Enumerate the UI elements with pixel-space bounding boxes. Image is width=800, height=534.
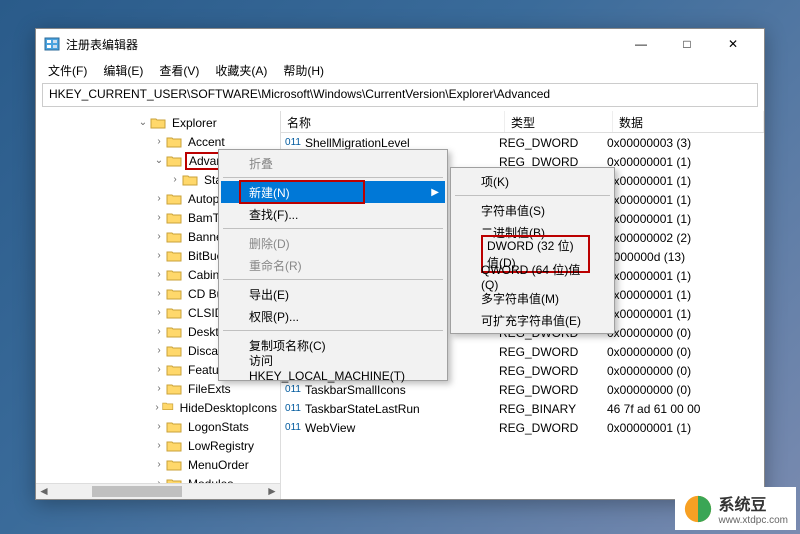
folder-icon <box>150 116 166 130</box>
chevron-right-icon[interactable]: › <box>152 402 162 413</box>
ctx-item[interactable]: 访问 HKEY_LOCAL_MACHINE(T) <box>221 356 445 378</box>
tree-label: Accent <box>185 134 228 150</box>
ctx-item[interactable]: 可扩充字符串值(E) <box>453 309 612 331</box>
menu-item[interactable]: 文件(F) <box>40 60 95 81</box>
list-row[interactable]: 011WebViewREG_DWORD0x00000001 (1) <box>281 418 764 437</box>
context-menu-main[interactable]: 折叠 新建(N)▶查找(F)... 删除(D)重命名(R) 导出(E)权限(P)..… <box>218 149 448 381</box>
list-row[interactable]: 011TaskbarStateLastRunREG_BINARY46 7f ad… <box>281 399 764 418</box>
menu-item[interactable]: 帮助(H) <box>275 60 332 81</box>
watermark: 系统豆 www.xtdpc.com <box>675 487 796 530</box>
window-title: 注册表编辑器 <box>66 36 618 53</box>
chevron-right-icon[interactable]: › <box>152 288 166 299</box>
address-bar[interactable]: HKEY_CURRENT_USER\SOFTWARE\Microsoft\Win… <box>42 83 758 107</box>
folder-icon <box>166 154 182 168</box>
ctx-item[interactable]: 项(K) <box>453 170 612 192</box>
folder-icon <box>166 306 182 320</box>
dword-icon: 011 <box>284 420 302 436</box>
tree-label: LowRegistry <box>185 438 257 454</box>
col-name[interactable]: 名称 <box>281 111 505 132</box>
menubar: 文件(F)编辑(E)查看(V)收藏夹(A)帮助(H) <box>36 59 764 81</box>
scroll-right-icon[interactable]: ► <box>264 484 280 499</box>
titlebar[interactable]: 注册表编辑器 — □ ✕ <box>36 29 764 59</box>
chevron-right-icon[interactable]: › <box>152 231 166 242</box>
tree-node[interactable]: › LogonStats <box>36 417 280 436</box>
chevron-right-icon[interactable]: › <box>152 250 166 261</box>
ctx-item: 删除(D) <box>221 232 445 254</box>
chevron-right-icon[interactable]: › <box>152 212 166 223</box>
folder-icon <box>166 249 182 263</box>
folder-icon <box>162 401 174 415</box>
chevron-right-icon[interactable]: › <box>152 326 166 337</box>
chevron-right-icon[interactable]: › <box>152 307 166 318</box>
ctx-collapse: 折叠 <box>221 152 445 174</box>
folder-icon <box>166 211 182 225</box>
folder-icon <box>166 439 182 453</box>
ctx-item[interactable]: 字符串值(S) <box>453 199 612 221</box>
chevron-right-icon[interactable]: › <box>152 421 166 432</box>
tree-scrollbar[interactable]: ◄ ► <box>36 483 280 499</box>
ctx-item: 重命名(R) <box>221 254 445 276</box>
tree-label: HideDesktopIcons <box>177 400 280 416</box>
folder-icon <box>166 230 182 244</box>
chevron-right-icon[interactable]: › <box>152 345 166 356</box>
folder-icon <box>166 382 182 396</box>
chevron-down-icon[interactable]: ⌄ <box>152 155 166 166</box>
col-type[interactable]: 类型 <box>505 111 613 132</box>
maximize-button[interactable]: □ <box>664 29 710 59</box>
folder-icon <box>166 268 182 282</box>
close-button[interactable]: ✕ <box>710 29 756 59</box>
chevron-right-icon[interactable]: › <box>152 136 166 147</box>
scroll-thumb[interactable] <box>92 486 182 497</box>
regedit-icon <box>44 36 60 52</box>
ctx-item[interactable]: 多字符串值(M) <box>453 287 612 309</box>
tree-label: FileExts <box>185 381 234 397</box>
chevron-right-icon[interactable]: › <box>152 459 166 470</box>
tree-label: Explorer <box>169 115 220 131</box>
folder-icon <box>166 420 182 434</box>
col-data[interactable]: 数据 <box>613 111 764 132</box>
chevron-right-icon[interactable]: › <box>168 174 182 185</box>
watermark-name: 系统豆 <box>719 491 788 515</box>
chevron-right-icon[interactable]: › <box>152 383 166 394</box>
menu-item[interactable]: 查看(V) <box>151 60 207 81</box>
ctx-item[interactable]: 导出(E) <box>221 283 445 305</box>
scroll-left-icon[interactable]: ◄ <box>36 484 52 499</box>
tree-node[interactable]: › HideDesktopIcons <box>36 398 280 417</box>
chevron-right-icon[interactable]: › <box>152 440 166 451</box>
context-menu-new[interactable]: 项(K)字符串值(S)二进制值(B)DWORD (32 位)值(D)QWORD … <box>450 167 615 334</box>
chevron-right-icon[interactable]: › <box>152 193 166 204</box>
folder-icon <box>166 192 182 206</box>
tree-label: LogonStats <box>185 419 252 435</box>
chevron-down-icon[interactable]: ⌄ <box>136 117 150 128</box>
tree-node[interactable]: ⌄ Explorer <box>36 113 280 132</box>
submenu-arrow-icon: ▶ <box>431 187 439 198</box>
dword-icon: 011 <box>284 382 302 398</box>
folder-icon <box>166 363 182 377</box>
folder-icon <box>182 173 198 187</box>
watermark-url: www.xtdpc.com <box>719 515 788 526</box>
list-header[interactable]: 名称 类型 数据 <box>281 111 764 133</box>
ctx-item[interactable]: 新建(N)▶ <box>221 181 445 203</box>
menu-item[interactable]: 编辑(E) <box>95 60 151 81</box>
watermark-logo-icon <box>683 494 713 524</box>
menu-item[interactable]: 收藏夹(A) <box>207 60 275 81</box>
ctx-item[interactable]: 查找(F)... <box>221 203 445 225</box>
tree-node[interactable]: › FileExts <box>36 379 280 398</box>
tree-node[interactable]: › LowRegistry <box>36 436 280 455</box>
folder-icon <box>166 135 182 149</box>
tree-node[interactable]: › MenuOrder <box>36 455 280 474</box>
minimize-button[interactable]: — <box>618 29 664 59</box>
tree-label: MenuOrder <box>185 457 252 473</box>
chevron-right-icon[interactable]: › <box>152 269 166 280</box>
folder-icon <box>166 458 182 472</box>
folder-icon <box>166 287 182 301</box>
dword-icon: 011 <box>284 401 302 417</box>
folder-icon <box>166 325 182 339</box>
ctx-item[interactable]: QWORD (64 位)值(Q) <box>453 265 612 287</box>
ctx-item[interactable]: 权限(P)... <box>221 305 445 327</box>
list-row[interactable]: 011TaskbarSmallIconsREG_DWORD0x00000000 … <box>281 380 764 399</box>
folder-icon <box>166 344 182 358</box>
chevron-right-icon[interactable]: › <box>152 364 166 375</box>
